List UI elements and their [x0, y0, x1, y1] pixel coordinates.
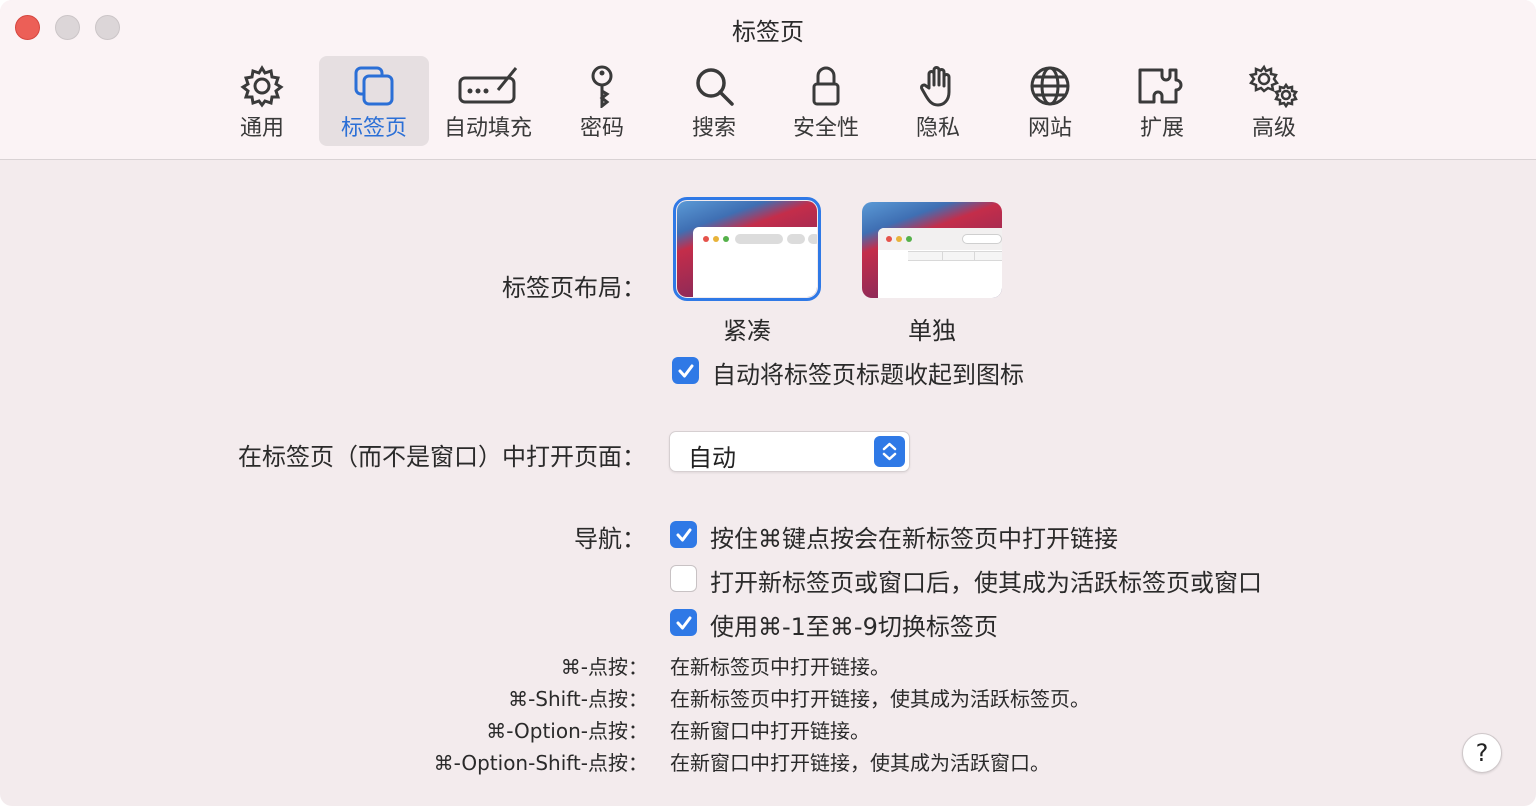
preview-dot — [906, 236, 912, 242]
hint-desc: 在新标签页中打开链接。 — [670, 655, 890, 679]
tab-privacy-label: 隐私 — [915, 116, 960, 141]
preview-dot — [896, 236, 902, 242]
hand-icon — [920, 66, 951, 107]
collapse-titles-checkbox[interactable] — [672, 357, 699, 384]
preview-tab — [808, 234, 817, 244]
tab-autofill-label: 自动填充 — [443, 116, 532, 141]
hint-desc: 在新标签页中打开链接，使其成为活跃标签页。 — [670, 687, 1090, 711]
layout-compact-option[interactable] — [673, 197, 821, 301]
tab-websites[interactable]: 网站 — [995, 56, 1105, 146]
hint-desc: 在新窗口中打开链接，使其成为活跃窗口。 — [670, 751, 1050, 775]
layout-separate-option[interactable] — [862, 202, 1002, 298]
hint-key: ⌘-Option-点按： — [486, 719, 648, 743]
preview-tab-divider — [942, 251, 943, 261]
tab-advanced[interactable]: 高级 — [1219, 56, 1329, 146]
preview-tab-strip — [908, 251, 1002, 261]
hint-key: ⌘-点按： — [560, 655, 648, 679]
search-icon — [696, 68, 734, 106]
window-title: 标签页 — [732, 18, 804, 46]
cmd-click-new-tab-checkbox[interactable] — [670, 521, 697, 548]
updown-chevron-icon — [874, 436, 905, 467]
preview-dot — [886, 236, 892, 242]
checkmark-icon — [676, 528, 691, 541]
preview-address — [962, 234, 1002, 244]
tab-tabs[interactable]: 标签页 — [319, 56, 429, 146]
open-in-tabs-value: 自动 — [688, 444, 736, 472]
help-button[interactable]: ? — [1462, 733, 1502, 773]
hint-key: ⌘-Option-Shift-点按： — [433, 751, 648, 775]
make-active-checkbox[interactable] — [670, 565, 697, 592]
gear-icon — [240, 65, 284, 108]
globe-icon — [1030, 66, 1070, 106]
navigation-label: 导航： — [574, 525, 646, 553]
tab-search[interactable]: 搜索 — [659, 56, 769, 146]
layout-separate-label: 单独 — [908, 317, 956, 345]
collapse-titles-label: 自动将标签页标题收起到图标 — [712, 361, 1024, 389]
make-active-label: 打开新标签页或窗口后，使其成为活跃标签页或窗口 — [710, 569, 1262, 597]
tab-tabs-label: 标签页 — [340, 116, 407, 141]
tab-websites-label: 网站 — [1027, 116, 1072, 141]
cmd-number-switch-label: 使用⌘-1至⌘-9切换标签页 — [710, 613, 998, 641]
open-in-tabs-label: 在标签页（而不是窗口）中打开页面： — [238, 443, 646, 471]
preview-dot — [703, 236, 709, 242]
layout-compact-label: 紧凑 — [723, 317, 771, 345]
tab-security-label: 安全性 — [792, 116, 859, 141]
puzzle-icon — [1138, 68, 1183, 104]
cmd-click-new-tab-label: 按住⌘键点按会在新标签页中打开链接 — [710, 525, 1118, 553]
preview-tab-divider — [974, 251, 975, 261]
preview-dot — [723, 236, 729, 242]
hint-key: ⌘-Shift-点按： — [508, 687, 648, 711]
tab-passwords-label: 密码 — [579, 116, 624, 141]
tab-search-label: 搜索 — [691, 116, 736, 141]
tab-privacy[interactable]: 隐私 — [883, 56, 993, 146]
tab-extensions-label: 扩展 — [1139, 116, 1184, 141]
tab-general[interactable]: 通用 — [207, 56, 317, 146]
tab-general-label: 通用 — [239, 116, 284, 141]
cmd-number-switch-checkbox[interactable] — [670, 609, 697, 636]
gears-icon — [1248, 64, 1299, 108]
hint-desc: 在新窗口中打开链接。 — [670, 719, 870, 743]
checkmark-icon — [678, 364, 693, 377]
tab-autofill[interactable]: 自动填充 — [433, 56, 543, 146]
autofill-icon — [458, 67, 518, 104]
lock-icon — [812, 66, 840, 106]
titlebar: 标签页 通用 标签页 自动填充 密码 搜索 安全性 隐私 网站 扩展 高级 — [0, 0, 1536, 160]
tab-extensions[interactable]: 扩展 — [1107, 56, 1217, 146]
tab-layout-label: 标签页布局： — [502, 274, 646, 302]
tabs-icon — [354, 66, 394, 106]
preview-dot — [713, 236, 719, 242]
tab-advanced-label: 高级 — [1251, 116, 1296, 141]
preview-tab — [735, 234, 783, 244]
key-icon — [591, 65, 613, 108]
preview-tab — [787, 234, 805, 244]
tab-security[interactable]: 安全性 — [771, 56, 881, 146]
preferences-window: 标签页 通用 标签页 自动填充 密码 搜索 安全性 隐私 网站 扩展 高级 标签… — [0, 0, 1536, 806]
tab-passwords[interactable]: 密码 — [547, 56, 657, 146]
checkmark-icon — [676, 616, 691, 629]
open-in-tabs-select[interactable]: 自动 — [669, 431, 910, 472]
